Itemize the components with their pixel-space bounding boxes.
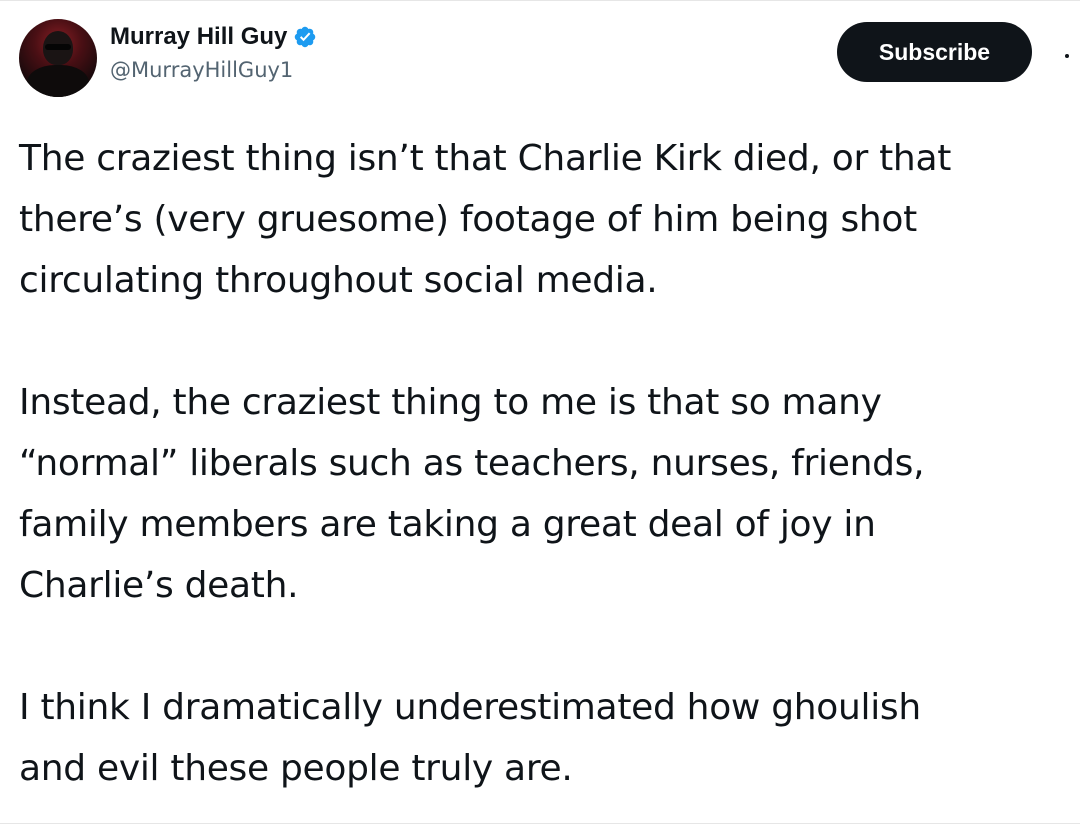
subscribe-button[interactable]: Subscribe <box>837 22 1032 82</box>
tweet-line: “normal” liberals such as teachers, nurs… <box>19 443 925 484</box>
tweet-line: there’s (very gruesome) footage of him b… <box>19 199 917 240</box>
tweet-text: The craziest thing isn’t that Charlie Ki… <box>19 128 1069 799</box>
author-name-row: Murray Hill Guy <box>110 23 317 51</box>
verified-badge-icon <box>295 26 316 48</box>
more-options-icon[interactable] <box>1058 47 1076 65</box>
tweet-line: I think I dramatically underestimated ho… <box>19 687 921 728</box>
tweet-paragraph: The craziest thing isn’t that Charlie Ki… <box>19 128 1069 311</box>
author-display-name[interactable]: Murray Hill Guy <box>110 23 287 51</box>
avatar[interactable] <box>19 19 97 97</box>
avatar-body <box>27 65 89 97</box>
tweet-line: circulating throughout social media. <box>19 260 658 301</box>
tweet-card: Murray Hill Guy @MurrayHillGuy1 Subscrib… <box>0 0 1080 824</box>
tweet-paragraph: Instead, the craziest thing to me is tha… <box>19 372 1069 616</box>
tweet-line: and evil these people truly are. <box>19 748 573 789</box>
tweet-line: Instead, the craziest thing to me is tha… <box>19 382 882 423</box>
tweet-line: The craziest thing isn’t that Charlie Ki… <box>19 138 952 179</box>
author-handle[interactable]: @MurrayHillGuy1 <box>110 58 293 82</box>
tweet-line: family members are taking a great deal o… <box>19 504 876 545</box>
tweet-line: Charlie’s death. <box>19 565 299 606</box>
avatar-sunglasses <box>45 44 71 50</box>
tweet-paragraph: I think I dramatically underestimated ho… <box>19 677 1069 799</box>
